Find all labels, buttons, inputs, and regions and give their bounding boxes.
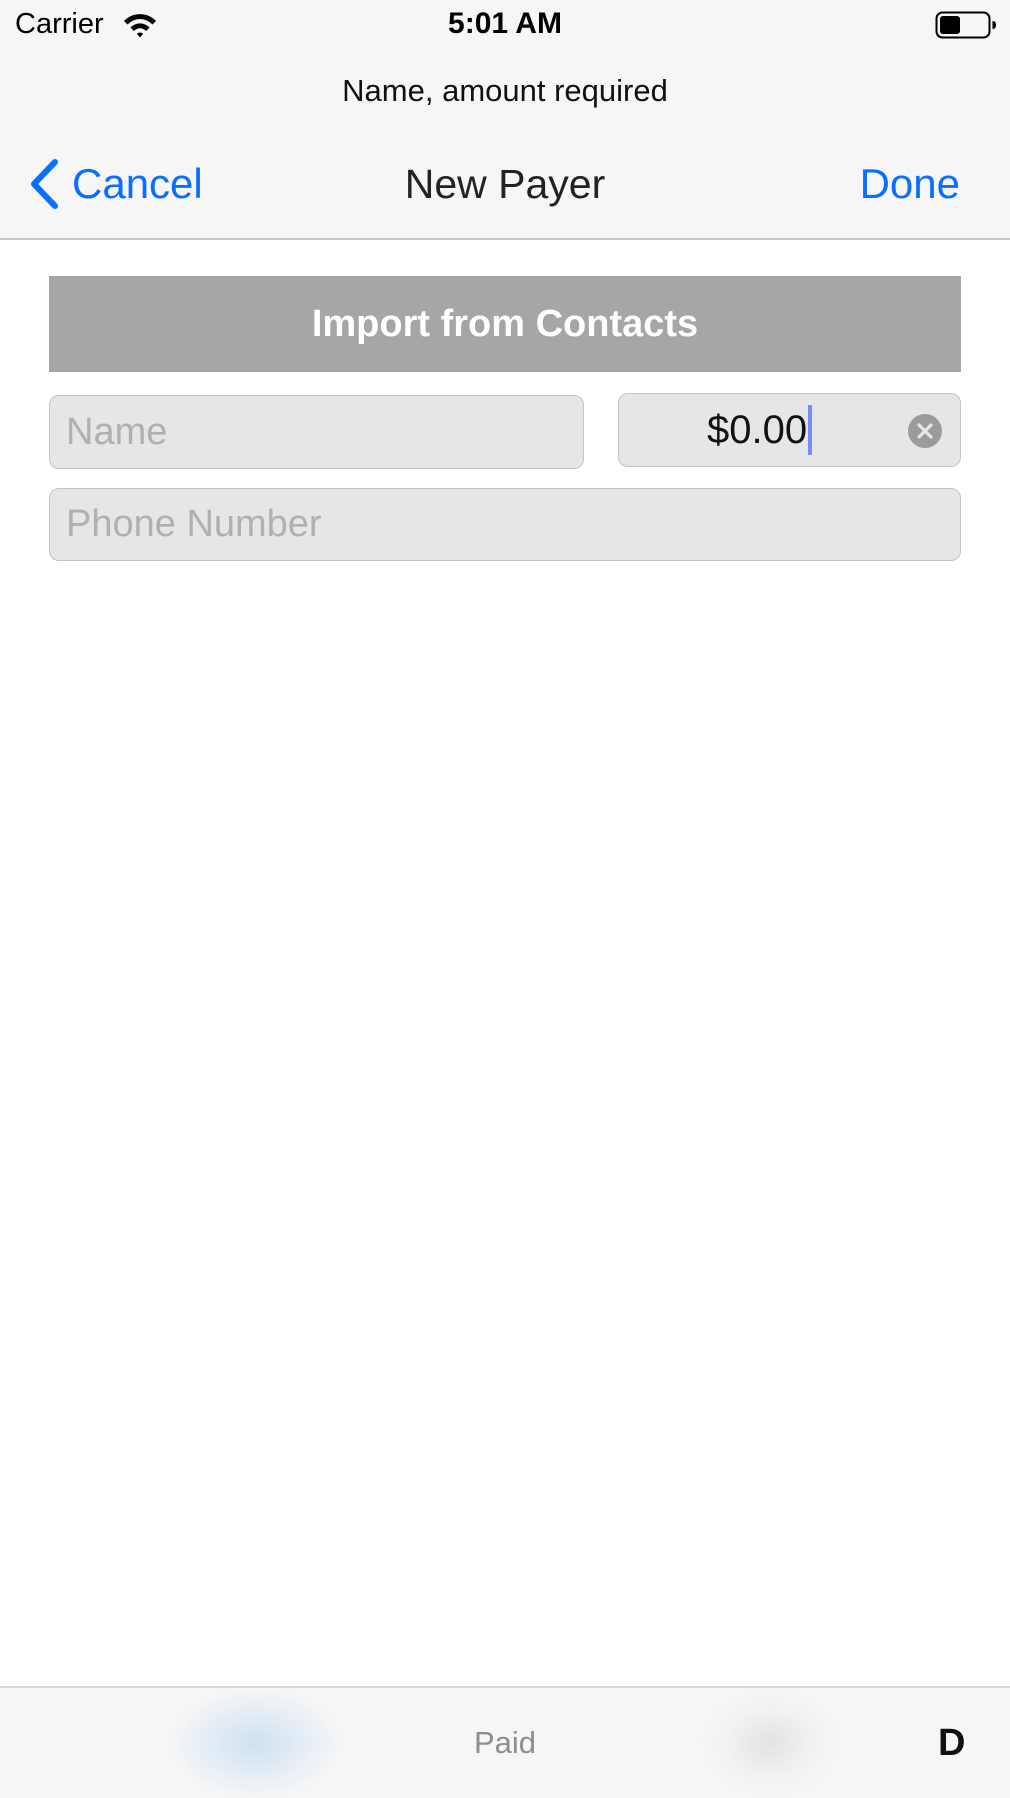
bottom-toolbar: Paid D — [0, 1686, 1010, 1798]
import-from-contacts-button[interactable]: Import from Contacts — [49, 276, 961, 372]
amount-value-wrapper: $0.00 — [707, 394, 813, 466]
prompt-text: Name, amount required — [0, 52, 1010, 130]
phone-number-field[interactable]: Phone Number — [49, 488, 961, 561]
clear-icon[interactable] — [907, 413, 943, 449]
amount-field[interactable]: $0.00 — [618, 393, 961, 467]
clock: 5:01 AM — [448, 7, 562, 40]
partial-tab-label[interactable]: D — [938, 1688, 1010, 1798]
done-button[interactable]: Done — [860, 154, 960, 214]
paid-tab[interactable]: Paid — [0, 1688, 1010, 1798]
text-caret — [808, 405, 813, 455]
name-placeholder: Name — [66, 410, 168, 453]
page-title: New Payer — [404, 161, 606, 207]
phone-number-placeholder: Phone Number — [66, 503, 322, 545]
amount-value: $0.00 — [707, 407, 808, 452]
status-bar: Carrier 5:01 AM — [0, 0, 1010, 52]
battery-icon — [935, 11, 996, 39]
navigation-bar: Cancel New Payer Done — [0, 130, 1010, 240]
name-field[interactable]: Name — [49, 395, 584, 469]
